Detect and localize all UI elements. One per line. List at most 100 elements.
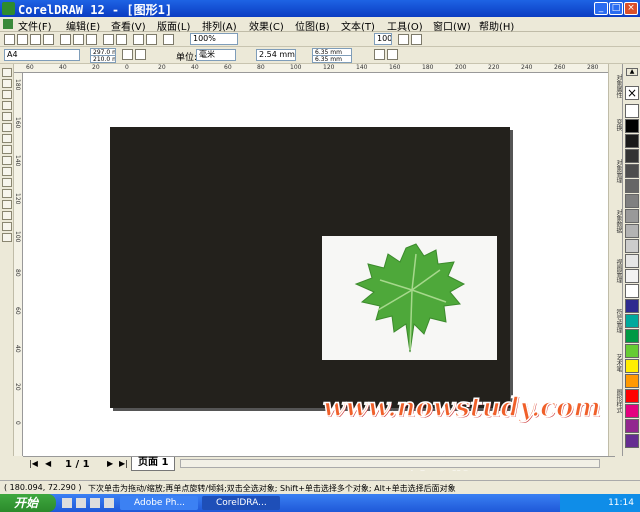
next-page-icon[interactable]: ▶ [107, 459, 113, 468]
last-page-icon[interactable]: ▶| [119, 459, 128, 468]
palette-scroll-up-icon[interactable]: ▲ [626, 68, 638, 76]
application-launcher-icon[interactable] [163, 34, 174, 45]
eyedropper-tool-icon[interactable] [2, 200, 12, 209]
copy-icon[interactable] [73, 34, 84, 45]
quicklaunch-desktop-icon[interactable] [90, 498, 100, 508]
zoom-level-field[interactable]: 100% [190, 33, 238, 45]
basic-shapes-tool-icon[interactable] [2, 167, 12, 176]
drawing-page[interactable] [110, 127, 510, 408]
zoom-field-secondary[interactable]: 100.0 [374, 33, 392, 45]
color-swatch[interactable] [625, 179, 639, 193]
redo-icon[interactable] [116, 34, 127, 45]
docker-tab-object-manager[interactable]: 对象管理 [610, 159, 622, 199]
first-page-icon[interactable]: |◀ [29, 459, 38, 468]
cut-icon[interactable] [60, 34, 71, 45]
drawing-canvas[interactable]: www.nowstudy.com 好心情 [23, 73, 615, 474]
knife-tool-icon[interactable] [2, 90, 12, 99]
document-icon[interactable] [3, 19, 13, 29]
horizontal-ruler[interactable]: 60 40 20 0 20 40 60 80 100 120 140 160 180 200 220 240 2… [14, 64, 622, 73]
menu-effects[interactable]: 效果(C) [249, 18, 284, 33]
docker-tab-symbol-manager[interactable]: 符号管理 [610, 309, 622, 349]
fill-tool-icon[interactable] [2, 222, 12, 231]
page-tab-1[interactable]: 页面 1 [131, 457, 176, 471]
pick-tool-icon[interactable] [2, 68, 12, 77]
smart-fill-tool-icon[interactable] [2, 123, 12, 132]
color-swatch[interactable] [625, 149, 639, 163]
color-swatch[interactable] [625, 134, 639, 148]
color-swatch[interactable] [625, 344, 639, 358]
menu-bitmaps[interactable]: 位图(B) [295, 18, 330, 33]
docker-tab-object-data[interactable]: 对象数据 [610, 209, 622, 249]
task-adobe-photoshop[interactable]: Adobe Ph... [120, 496, 198, 510]
color-swatch[interactable] [625, 359, 639, 373]
menu-window[interactable]: 窗口(W) [433, 18, 471, 33]
quicklaunch-ie-icon[interactable] [76, 498, 86, 508]
color-swatch[interactable] [625, 239, 639, 253]
color-swatch[interactable] [625, 224, 639, 238]
options-icon[interactable] [398, 34, 409, 45]
color-swatch[interactable] [625, 434, 639, 448]
color-swatch[interactable] [625, 104, 639, 118]
polygon-tool-icon[interactable] [2, 156, 12, 165]
menu-view[interactable]: 查看(V) [111, 18, 146, 33]
color-swatch[interactable] [625, 164, 639, 178]
import-icon[interactable] [133, 34, 144, 45]
color-swatch[interactable] [625, 269, 639, 283]
menu-edit[interactable]: 编辑(E) [66, 18, 100, 33]
docker-tab-transform[interactable]: 变换 [610, 119, 622, 149]
text-tool-icon[interactable] [2, 178, 12, 187]
menu-layout[interactable]: 版面(L) [157, 18, 190, 33]
color-swatch[interactable] [625, 389, 639, 403]
docker-tab-view-manager[interactable]: 视图管理 [610, 259, 622, 299]
shape-tool-icon[interactable] [2, 79, 12, 88]
interactive-fill-tool-icon[interactable] [2, 233, 12, 242]
all-pages-icon[interactable] [374, 49, 385, 60]
ellipse-tool-icon[interactable] [2, 145, 12, 154]
prev-page-icon[interactable]: ◀ [45, 459, 51, 468]
task-coreldraw[interactable]: CorelDRA... [202, 496, 280, 510]
save-icon[interactable] [30, 34, 41, 45]
quicklaunch-media-icon[interactable] [104, 498, 114, 508]
color-swatch[interactable] [625, 119, 639, 133]
portrait-icon[interactable] [122, 49, 133, 60]
docker-tab-object-properties[interactable]: 对象属性 [610, 74, 622, 114]
snap-icon[interactable] [411, 34, 422, 45]
interactive-blend-tool-icon[interactable] [2, 189, 12, 198]
color-swatch[interactable] [625, 299, 639, 313]
color-swatch[interactable] [625, 194, 639, 208]
menu-text[interactable]: 文本(T) [341, 18, 375, 33]
unit-select[interactable]: 毫米 [196, 49, 236, 61]
undo-icon[interactable] [103, 34, 114, 45]
minimize-button[interactable]: _ [594, 2, 608, 15]
landscape-icon[interactable] [135, 49, 146, 60]
color-swatch[interactable] [625, 374, 639, 388]
leaf-bitmap[interactable] [322, 236, 497, 360]
start-button[interactable]: 开始 [0, 494, 56, 512]
export-icon[interactable] [146, 34, 157, 45]
paste-icon[interactable] [86, 34, 97, 45]
rectangle-tool-icon[interactable] [2, 134, 12, 143]
new-icon[interactable] [4, 34, 15, 45]
quicklaunch-word-icon[interactable] [62, 498, 72, 508]
color-swatch[interactable] [625, 314, 639, 328]
color-swatch[interactable] [625, 419, 639, 433]
open-icon[interactable] [17, 34, 28, 45]
outline-tool-icon[interactable] [2, 211, 12, 220]
docker-tab-artistic-media[interactable]: 艺术笔 [610, 354, 622, 384]
zoom-tool-icon[interactable] [2, 101, 12, 110]
menu-help[interactable]: 帮助(H) [479, 18, 514, 33]
color-swatch[interactable] [625, 329, 639, 343]
coreldraw-app-icon[interactable] [2, 2, 15, 15]
duplicate-y-field[interactable]: 6.35 mm [312, 55, 352, 63]
paper-size-select[interactable]: A4 [4, 49, 80, 61]
close-button[interactable]: × [624, 2, 638, 15]
docker-tab-graphic-styles[interactable]: 图形样式 [610, 389, 622, 429]
color-swatch[interactable] [625, 254, 639, 268]
freehand-tool-icon[interactable] [2, 112, 12, 121]
color-swatch[interactable] [625, 404, 639, 418]
horizontal-scrollbar[interactable] [180, 459, 600, 468]
no-fill-swatch[interactable]: × [625, 86, 639, 100]
menu-tools[interactable]: 工具(O) [387, 18, 423, 33]
maximize-button[interactable]: □ [609, 2, 623, 15]
page-height-field[interactable]: 210.0 mm [90, 55, 116, 63]
